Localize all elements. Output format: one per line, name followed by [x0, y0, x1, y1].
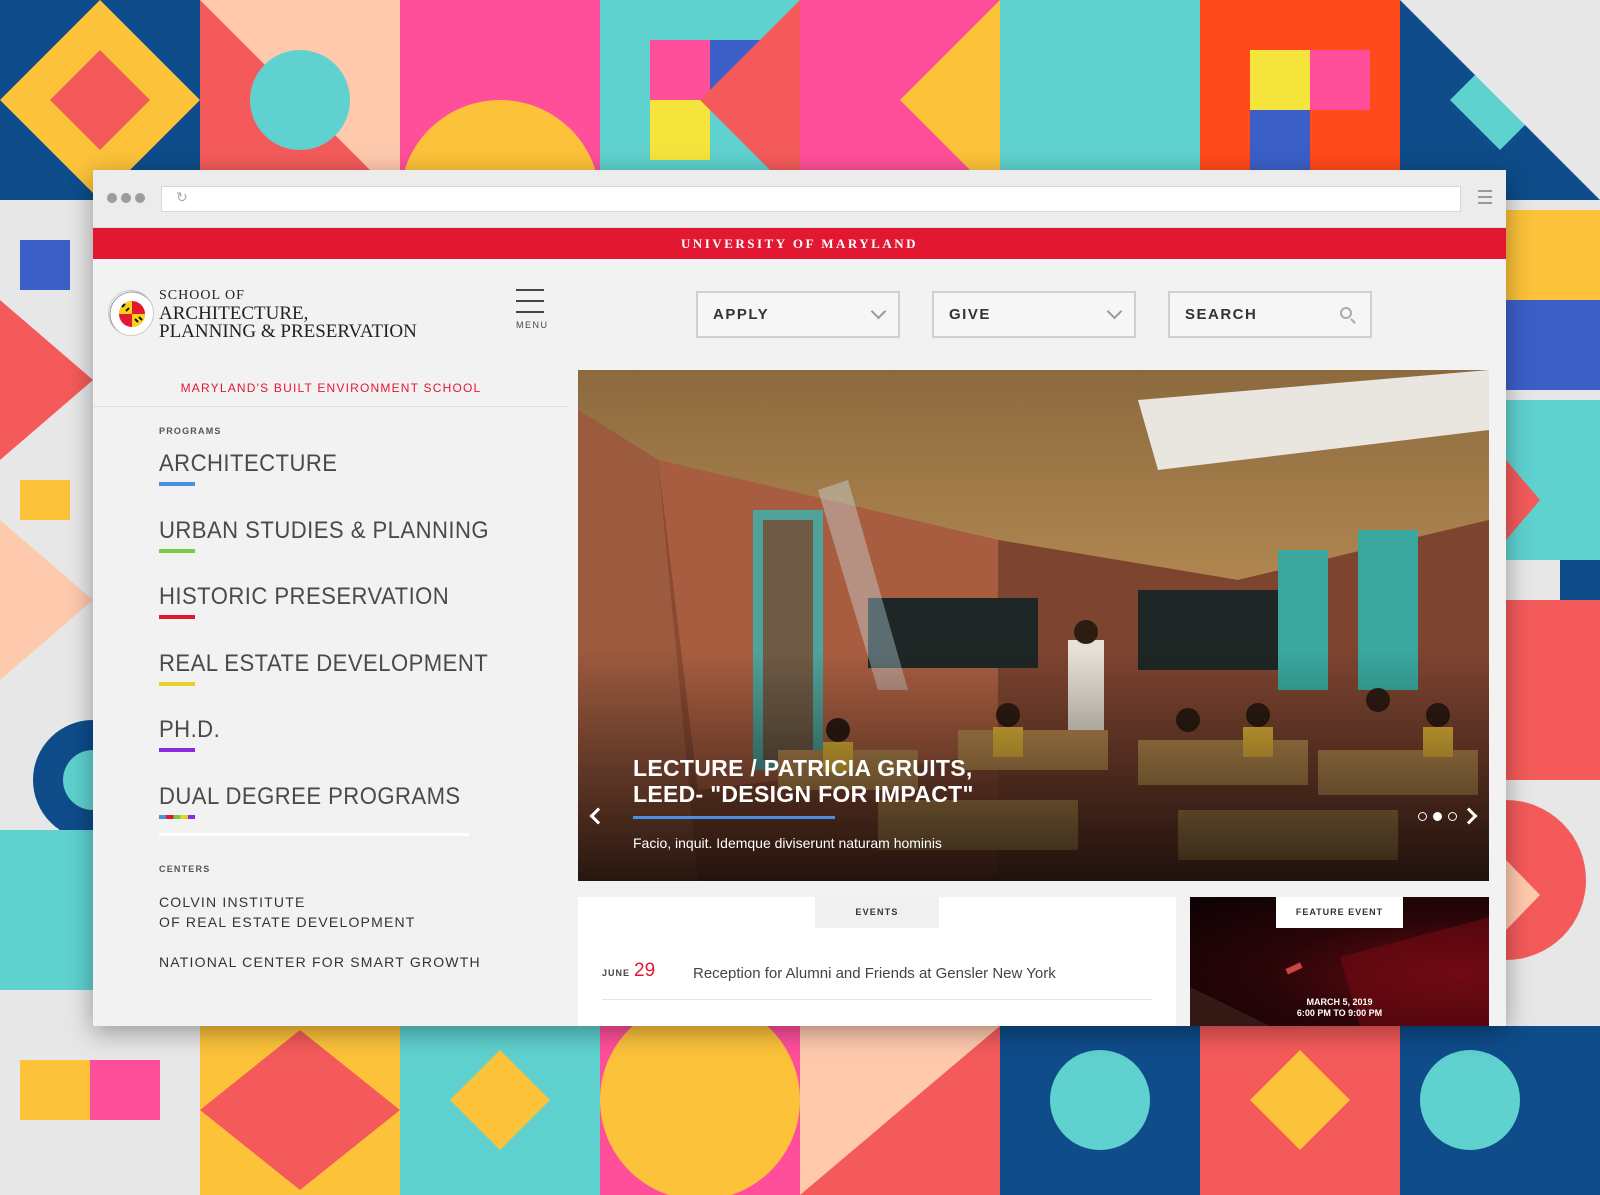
- chevron-down-icon: [870, 303, 887, 320]
- apply-dropdown[interactable]: APPLY: [696, 291, 900, 338]
- browser-menu-icon[interactable]: [1478, 190, 1492, 204]
- site-header: SCHOOL OF ARCHITECTURE, PLANNING & PRESE…: [93, 259, 1506, 369]
- program-color-bar: [159, 681, 195, 686]
- center-smart-growth[interactable]: NATIONAL CENTER FOR SMART GROWTH: [159, 952, 569, 972]
- event-title[interactable]: Reception for Alumni and Friends at Gens…: [693, 965, 1056, 982]
- program-color-bar: [159, 814, 195, 819]
- events-panel: EVENTS JUNE 29 Reception for Alumni and …: [578, 897, 1176, 1026]
- logo-line-3: PLANNING & PRESERVATION: [159, 321, 417, 342]
- hero-title-line: LECTURE / PATRICIA GRUITS,: [633, 755, 973, 781]
- browser-chrome: ↻: [93, 170, 1506, 228]
- feature-event-datetime: MARCH 5, 2019 6:00 PM TO 9:00 PM: [1190, 997, 1489, 1019]
- event-day: 29: [634, 960, 656, 981]
- browser-window: ↻ UNIVERSITY OF MARYLAND SCHOOL OF ARCHI…: [93, 170, 1506, 1026]
- program-color-bar: [159, 482, 195, 486]
- center-line: OF REAL ESTATE DEVELOPMENT: [159, 914, 416, 930]
- center-line: NATIONAL CENTER FOR SMART GROWTH: [159, 954, 481, 970]
- apply-label: APPLY: [713, 306, 770, 323]
- center-colvin-institute[interactable]: COLVIN INSTITUTE OF REAL ESTATE DEVELOPM…: [159, 892, 569, 932]
- carousel-dot-active[interactable]: [1433, 812, 1442, 821]
- program-label: URBAN STUDIES & PLANNING: [159, 516, 490, 544]
- event-row[interactable]: JUNE 29 Reception for Alumni and Friends…: [602, 960, 1152, 1000]
- program-historic-preservation[interactable]: HISTORIC PRESERVATION: [159, 583, 569, 650]
- program-urban-studies[interactable]: URBAN STUDIES & PLANNING: [159, 517, 569, 584]
- program-label: ARCHITECTURE: [159, 450, 338, 477]
- programs-heading: PROGRAMS: [159, 426, 222, 436]
- program-color-bar: [159, 748, 195, 752]
- give-label: GIVE: [949, 306, 991, 323]
- centers-heading: CENTERS: [159, 864, 211, 874]
- university-bar[interactable]: UNIVERSITY OF MARYLAND: [93, 228, 1506, 259]
- hero-title-line: LEED- "DESIGN FOR IMPACT": [633, 781, 974, 807]
- menu-label: MENU: [516, 320, 549, 330]
- programs-list: ARCHITECTURE URBAN STUDIES & PLANNING HI…: [93, 450, 569, 849]
- carousel-dots: [1418, 812, 1457, 821]
- search-input[interactable]: SEARCH: [1168, 291, 1372, 338]
- sidebar: MARYLAND'S BUILT ENVIRONMENT SCHOOL PROG…: [93, 370, 569, 1026]
- program-label: DUAL DEGREE PROGRAMS: [159, 782, 461, 810]
- program-label: PH.D.: [159, 716, 221, 743]
- hero-accent-line: [633, 816, 835, 819]
- feature-event-time: 6:00 PM TO 9:00 PM: [1296, 1008, 1383, 1018]
- program-label: REAL ESTATE DEVELOPMENT: [159, 649, 489, 677]
- umd-seal-icon[interactable]: [108, 290, 154, 336]
- chevron-down-icon: [1106, 303, 1123, 320]
- hero-carousel[interactable]: LECTURE / PATRICIA GRUITS, LEED- "DESIGN…: [578, 370, 1489, 881]
- tab-events[interactable]: EVENTS: [815, 897, 939, 928]
- program-phd[interactable]: PH.D.: [159, 716, 569, 783]
- carousel-dot[interactable]: [1418, 812, 1427, 821]
- feature-event-date: MARCH 5, 2019: [1306, 997, 1373, 1007]
- program-real-estate[interactable]: REAL ESTATE DEVELOPMENT: [159, 650, 569, 717]
- event-month: JUNE: [602, 968, 631, 978]
- reload-icon[interactable]: ↻: [176, 190, 188, 206]
- search-label: SEARCH: [1185, 306, 1258, 323]
- tab-feature-event[interactable]: FEATURE EVENT: [1276, 897, 1403, 928]
- school-logo-text[interactable]: SCHOOL OF ARCHITECTURE, PLANNING & PRESE…: [159, 287, 417, 341]
- hamburger-icon: [516, 289, 544, 291]
- carousel-dot[interactable]: [1448, 812, 1457, 821]
- program-color-bar: [159, 548, 195, 553]
- program-label: HISTORIC PRESERVATION: [159, 583, 450, 610]
- program-architecture[interactable]: ARCHITECTURE: [159, 450, 569, 517]
- give-dropdown[interactable]: GIVE: [932, 291, 1136, 338]
- search-icon[interactable]: [1340, 307, 1352, 319]
- feature-event-panel[interactable]: FEATURE EVENT MARCH 5, 2019 6:00 PM TO 9…: [1190, 897, 1489, 1026]
- hero-subtitle: Facio, inquit. Idemque diviserunt natura…: [633, 835, 942, 851]
- menu-button[interactable]: MENU: [516, 289, 549, 330]
- address-bar[interactable]: ↻: [161, 186, 1461, 212]
- program-dual-degree[interactable]: DUAL DEGREE PROGRAMS: [159, 783, 569, 850]
- window-controls[interactable]: [107, 193, 145, 203]
- center-line: COLVIN INSTITUTE: [159, 894, 306, 910]
- school-tagline: MARYLAND'S BUILT ENVIRONMENT SCHOOL: [93, 370, 569, 407]
- program-color-bar: [159, 615, 195, 619]
- hero-title[interactable]: LECTURE / PATRICIA GRUITS, LEED- "DESIGN…: [633, 755, 974, 807]
